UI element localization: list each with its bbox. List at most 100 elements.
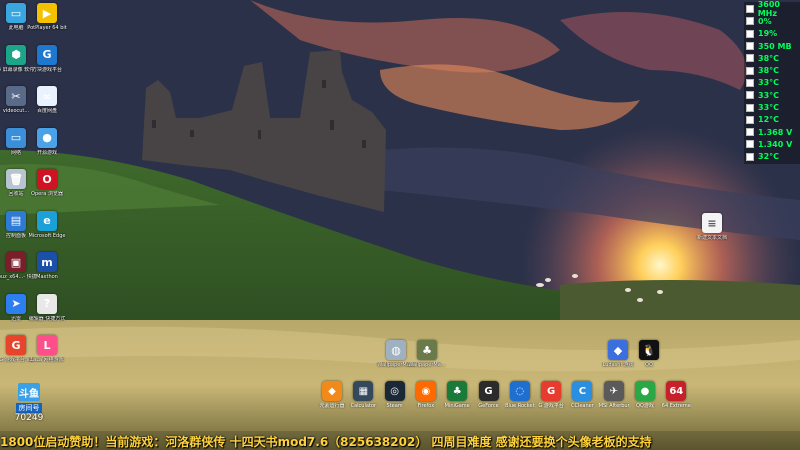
monitor-value: 0% bbox=[758, 16, 772, 26]
monitor-row: 19% bbox=[744, 28, 800, 40]
dock-icon[interactable]: ▦ Calculator bbox=[348, 381, 378, 409]
desktop-icon[interactable]: ? 编辑器 快捷方式 bbox=[26, 293, 68, 322]
monitor-square-icon bbox=[746, 103, 754, 112]
globe-icon: ● bbox=[37, 127, 57, 148]
monitor-value: 33°C bbox=[758, 90, 780, 100]
monitor-value: 33°C bbox=[758, 78, 780, 88]
monitor-value: 12°C bbox=[758, 115, 780, 125]
dock-icon[interactable]: 64 64 Extreme bbox=[661, 381, 691, 409]
desktop-icon-label: 编辑器 快捷方式 bbox=[28, 315, 66, 322]
dock-icon-label: GeForce bbox=[478, 403, 499, 409]
ccleaner-icon: C bbox=[572, 381, 593, 401]
monitor-value: 38°C bbox=[758, 53, 780, 63]
recycle-bin-icon: 🗑 bbox=[6, 169, 26, 189]
dock-icon-label: G 游戏平台 bbox=[538, 403, 564, 409]
desktop-icon-label: 百度网盘 bbox=[36, 108, 57, 114]
g-platform-icon: G bbox=[541, 381, 562, 401]
monitor-value: 32°C bbox=[758, 152, 780, 162]
monitor-row: 38°C bbox=[744, 52, 800, 64]
qq-icon: 🐧 bbox=[639, 340, 659, 360]
dock-icon[interactable]: ✈ MSI Afterburner bbox=[599, 381, 629, 409]
dock-icon[interactable]: G GeForce bbox=[474, 381, 504, 409]
monitor-row: 1.340 V bbox=[744, 138, 800, 150]
dock-icon[interactable]: ◎ Steam bbox=[380, 381, 410, 409]
runner-icon: ◆ bbox=[322, 381, 342, 401]
monitor-value: 3600 MHz bbox=[757, 0, 780, 19]
ludashi-icon: ◆ bbox=[608, 340, 628, 360]
desktop-icon-label: Opera 浏览器 bbox=[31, 191, 63, 197]
monitor-row: 38°C bbox=[744, 64, 800, 76]
edge-icon: e bbox=[37, 210, 57, 231]
screen-recorder-icon: ⬢ bbox=[6, 44, 26, 65]
dock-icon-label: CCleaner bbox=[570, 403, 594, 409]
desktop-icon[interactable]: G 方块游戏平台 bbox=[26, 44, 68, 73]
monitor-square-icon bbox=[746, 54, 754, 63]
baidu-netdisk-icon: ∞ bbox=[37, 86, 57, 106]
dock-icon-label: 元素运行器 bbox=[319, 403, 345, 409]
monitor-row: 12°C bbox=[744, 114, 800, 126]
desktop-icon-label: PotPlayer 64 bit bbox=[27, 25, 67, 31]
dock-icon[interactable]: C CCleaner bbox=[567, 381, 597, 409]
potplayer-icon: ▶ bbox=[37, 3, 57, 23]
desktop-icon[interactable]: L LaLa 网络游戏 bbox=[26, 335, 68, 363]
desktop-icon[interactable]: O Opera 浏览器 bbox=[26, 169, 68, 197]
desktop-icon[interactable]: ▶ PotPlayer 64 bit bbox=[26, 3, 68, 31]
monitor-row: 33°C bbox=[744, 101, 800, 113]
dock-icon[interactable]: ● QQ游戏 bbox=[630, 381, 660, 409]
monitor-value: 1.340 V bbox=[758, 139, 793, 149]
desktop-icon[interactable]: ∞ 百度网盘 bbox=[26, 86, 68, 114]
control-panel-icon: ▤ bbox=[6, 210, 26, 231]
afterburner-icon: ✈ bbox=[603, 381, 624, 401]
douyu-room-counter[interactable]: 斗鱼 房间号 70249 bbox=[6, 383, 52, 423]
desktop-icon[interactable]: m Maxthon bbox=[26, 252, 68, 280]
monitor-row: 3600 MHz bbox=[744, 0, 800, 19]
geforce-icon: G bbox=[478, 381, 499, 401]
desktop-icon-label: 方块游戏平台 bbox=[31, 66, 62, 73]
desktop-icon[interactable]: ♣ WallpaperMa... bbox=[406, 340, 448, 368]
dock-icon[interactable]: ◌ Blue Rocket bbox=[505, 381, 535, 409]
wallpaper-tree-icon: ♣ bbox=[417, 340, 437, 360]
dock-icon[interactable]: G G 游戏平台 bbox=[536, 381, 566, 409]
monitor-square-icon bbox=[746, 128, 754, 137]
monitor-row: 32°C bbox=[744, 151, 800, 163]
monitor-value: 19% bbox=[758, 29, 778, 39]
monitor-row: 33°C bbox=[744, 77, 800, 89]
opera-icon: O bbox=[37, 169, 57, 189]
room-number: 70249 bbox=[14, 413, 44, 423]
system-monitor-overlay: 3600 MHz 0% 19% 350 MB 38°C 38°C 33°C 33°C 33°C 1… bbox=[744, 0, 800, 164]
dock-icon[interactable]: ♣ MiniGame bbox=[442, 381, 472, 409]
dock-icon-label: Firefox bbox=[417, 403, 435, 409]
monitor-square-icon bbox=[746, 152, 754, 161]
calculator-icon: ▦ bbox=[353, 381, 374, 401]
dock-icon-label: QQ游戏 bbox=[636, 403, 654, 409]
monitor-square-icon bbox=[746, 29, 754, 38]
game-platform-icon: G bbox=[37, 44, 57, 65]
monitor-row: 33°C bbox=[744, 89, 800, 101]
dock-icon-label: Blue Rocket bbox=[505, 403, 535, 409]
dock-icon[interactable]: ◉ Firefox bbox=[411, 381, 441, 409]
monitor-value: 33°C bbox=[758, 103, 780, 113]
video-cut-icon: ✂ bbox=[6, 86, 26, 106]
desktop-icon-label: 新建文本文档 bbox=[696, 235, 727, 241]
monitor-square-icon bbox=[746, 140, 754, 149]
desktop-icon[interactable]: ● 开源游戏 bbox=[26, 127, 68, 156]
desktop-icon-label: WallpaperMa... bbox=[408, 362, 446, 368]
computer-icon: ▭ bbox=[6, 3, 26, 23]
marquee-text: 1800位启动赞助！当前游戏：河洛群侠传 十四天书mod7.6（82563820… bbox=[0, 435, 652, 449]
desktop-icon[interactable]: ≡ 新建文本文档 bbox=[691, 213, 733, 241]
monitor-square-icon bbox=[746, 78, 754, 87]
dock-icon-label: MSI Afterburner bbox=[598, 403, 629, 409]
monitor-row: 350 MB bbox=[744, 40, 800, 52]
minigame-icon: ♣ bbox=[447, 381, 468, 401]
desktop-icon[interactable]: e Microsoft Edge bbox=[26, 210, 68, 239]
dock-icon-label: 64 Extreme bbox=[661, 403, 691, 409]
dock-icon[interactable]: ◆ 元素运行器 bbox=[317, 381, 347, 409]
monitor-value: 1.368 V bbox=[758, 127, 793, 137]
g-game-icon: G bbox=[6, 335, 26, 355]
monitor-row: 1.368 V bbox=[744, 126, 800, 138]
desktop-icon[interactable]: 🐧 QQ bbox=[628, 340, 670, 368]
desktop: ▭ 此电脑 ▶ PotPlayer 64 bit ⬢ 4 屏幕录像 软件 G 方块游戏平台 ✂ v… bbox=[0, 0, 800, 450]
document-question-icon: ? bbox=[37, 293, 57, 314]
qqgame-icon: ● bbox=[635, 381, 655, 401]
cpuz-icon: ▣ bbox=[6, 252, 26, 272]
